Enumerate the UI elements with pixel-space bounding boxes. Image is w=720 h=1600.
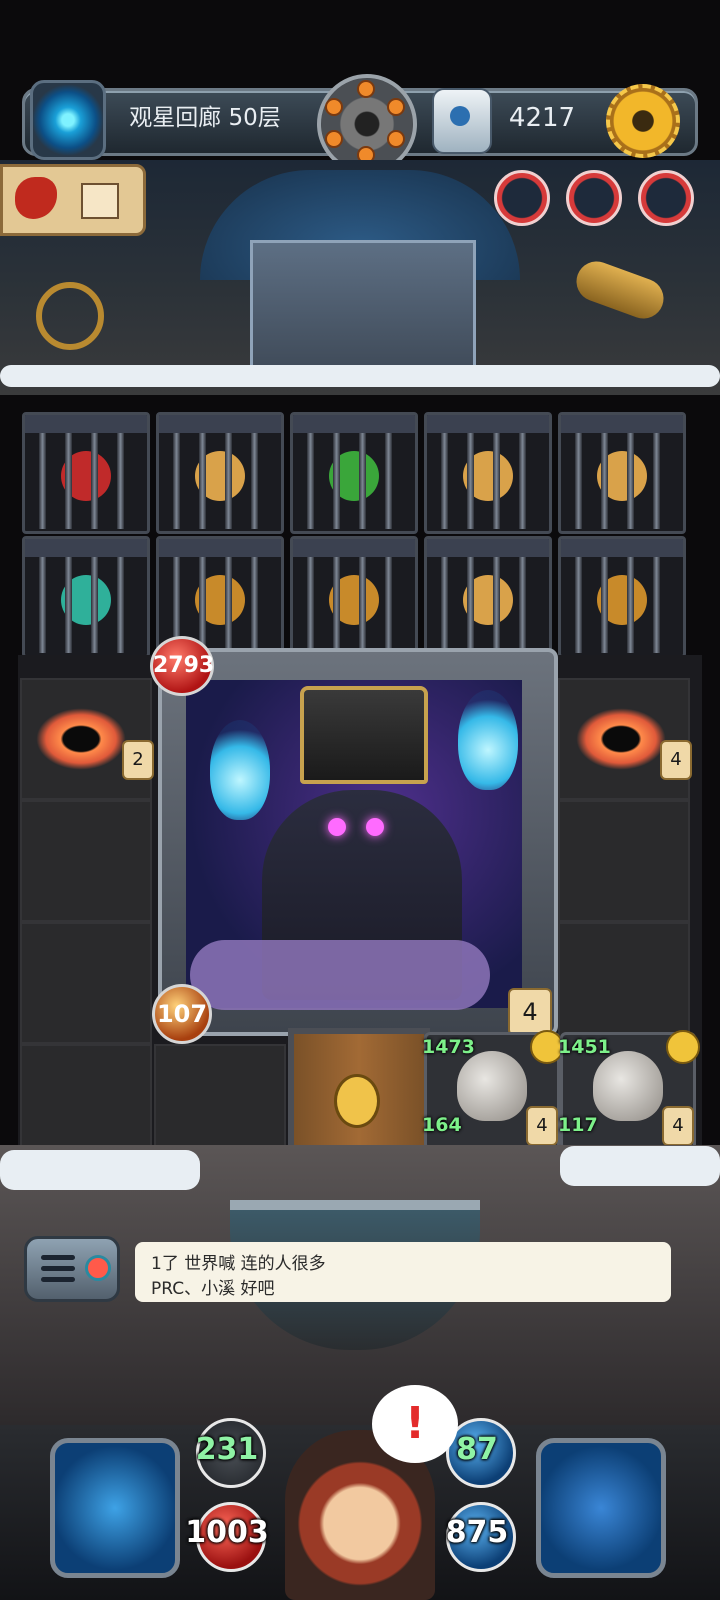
cage[interactable] <box>424 412 552 534</box>
boss-eye <box>366 818 384 836</box>
hero-badge-1[interactable] <box>494 170 550 226</box>
hp-value: 1003 <box>185 1515 269 1550</box>
board-tile[interactable] <box>20 800 152 922</box>
floor-title: 观星回廊 50层 <box>129 105 281 131</box>
boss-top-hat <box>300 686 428 784</box>
cage[interactable] <box>558 412 686 534</box>
map-button[interactable] <box>0 164 146 236</box>
cage[interactable] <box>156 412 284 534</box>
blue-flame-icon <box>458 690 518 790</box>
blue-flame-icon <box>210 720 270 820</box>
board-tile[interactable] <box>558 800 690 922</box>
hero-badge-3[interactable] <box>638 170 694 226</box>
snow-pile <box>0 1150 200 1190</box>
paint-splash-icon <box>15 177 57 219</box>
armillary-sphere <box>36 282 104 350</box>
purple-cloud <box>190 940 490 1010</box>
snow-ledge <box>0 365 720 387</box>
alert-bubble[interactable]: ! <box>372 1385 458 1463</box>
scroll-icon <box>81 183 119 219</box>
right-blackhole-counter: 4 <box>660 740 692 780</box>
chat-line-2: PRC、小溪 好吧 <box>151 1279 275 1299</box>
key-icon <box>432 88 492 154</box>
duck-monster <box>593 1051 663 1121</box>
boss-eye <box>328 818 346 836</box>
hero-badge-2[interactable] <box>566 170 622 226</box>
notification-dot <box>85 1255 111 1281</box>
cage[interactable] <box>290 412 418 534</box>
boss-attack: 107 <box>152 984 212 1044</box>
equipment-button[interactable] <box>50 1438 180 1578</box>
duck-turns: 4 <box>662 1106 694 1146</box>
key-count: 4217 <box>508 103 576 133</box>
board-tile[interactable] <box>20 922 152 1044</box>
left-blackhole-counter: 2 <box>122 740 154 780</box>
temple-building <box>250 240 476 376</box>
cage[interactable] <box>22 536 150 658</box>
mana-value: 875 <box>445 1515 509 1550</box>
boss-timer: 4 <box>508 988 552 1036</box>
duck-hp: 1473 <box>422 1036 475 1058</box>
cage[interactable] <box>22 412 150 534</box>
duck-attack: 164 <box>422 1114 462 1136</box>
cage[interactable] <box>558 536 686 658</box>
boss-hp: 2793 <box>150 636 214 696</box>
portal-icon[interactable] <box>30 80 106 160</box>
attack-value: 231 <box>195 1432 259 1467</box>
revolver-icon[interactable] <box>317 74 417 174</box>
sword-icon <box>666 1030 700 1064</box>
inventory-button[interactable] <box>536 1438 666 1578</box>
chat-line-1: 1了 世界喊 连的人很多 <box>151 1254 326 1274</box>
chat-button[interactable] <box>24 1236 120 1302</box>
board-tile[interactable] <box>558 922 690 1044</box>
chat-message[interactable]: 1了 世界喊 连的人很多 PRC、小溪 好吧 <box>135 1242 671 1302</box>
duck-hp: 1451 <box>558 1036 611 1058</box>
duck-monster <box>457 1051 527 1121</box>
snow-pile <box>560 1146 720 1186</box>
black-hole-icon[interactable] <box>36 708 126 770</box>
black-hole-icon[interactable] <box>576 708 666 770</box>
cage[interactable] <box>424 536 552 658</box>
gear-icon[interactable] <box>606 84 680 158</box>
cage[interactable] <box>290 536 418 658</box>
duck-attack: 117 <box>558 1114 598 1136</box>
keyhole-icon <box>334 1074 380 1128</box>
duck-turns: 4 <box>526 1106 558 1146</box>
